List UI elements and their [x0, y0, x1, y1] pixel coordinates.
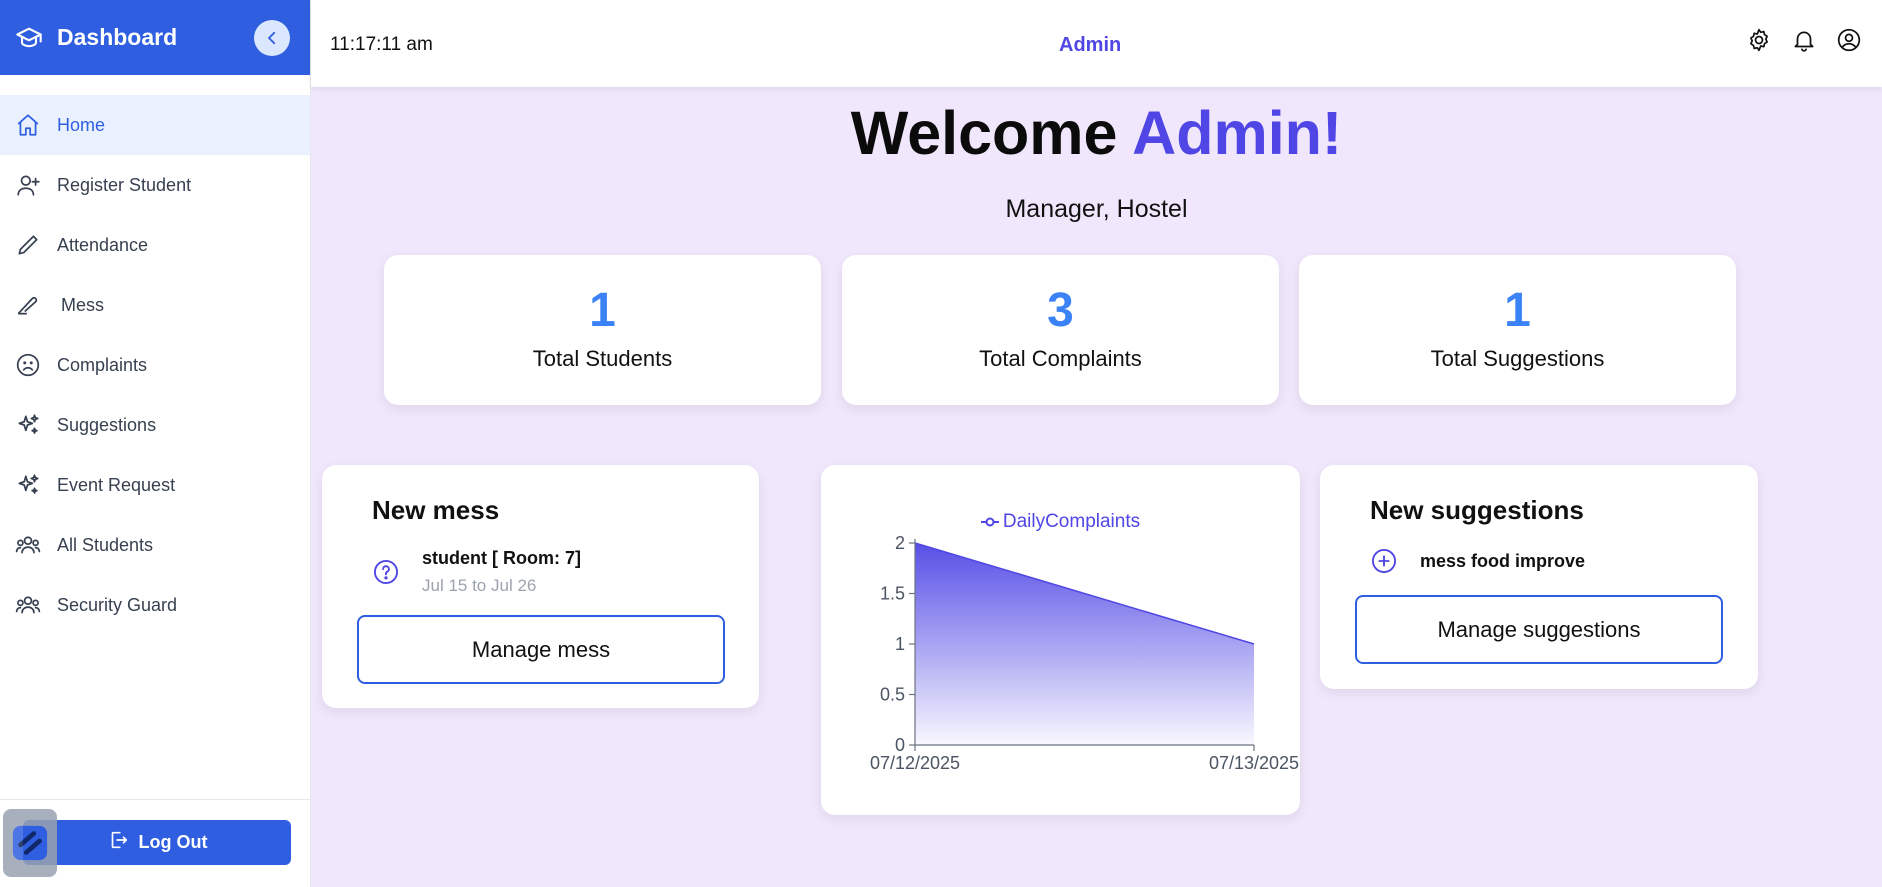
- chevron-left-icon: [268, 31, 276, 44]
- chart-y-tick-label: 0.5: [880, 685, 905, 705]
- page-subtitle: Manager, Hostel: [1005, 195, 1188, 223]
- sidebar-item-label: All Students: [57, 534, 154, 555]
- sidebar-item-register-student[interactable]: Register Student: [0, 155, 310, 215]
- sidebar-item-event-request[interactable]: Event Request: [0, 455, 310, 515]
- topbar-actions: [1744, 25, 1864, 55]
- sparkles-icon: [13, 410, 43, 440]
- logout-icon: [107, 829, 129, 856]
- suggestions-card: New suggestions mess food improve Manage…: [1320, 465, 1758, 689]
- stat-value: 1: [1504, 284, 1531, 337]
- chart-y-tick-label: 1.5: [880, 584, 905, 604]
- sidebar-item-label: Register Student: [57, 174, 192, 195]
- page-title: Welcome Admin!: [311, 98, 1882, 168]
- sidebar-item-label: Event Request: [57, 474, 176, 495]
- frown-icon: [13, 350, 43, 380]
- chart-y-tick-label: 1: [895, 634, 905, 654]
- sidebar-footer: Log Out: [0, 799, 310, 887]
- stat-label: Total Students: [532, 346, 673, 371]
- suggestion-entry: mess food improve: [1370, 547, 1585, 575]
- logout-button[interactable]: Log Out: [23, 820, 291, 865]
- sidebar-item-suggestions[interactable]: Suggestions: [0, 395, 310, 455]
- question-circle-icon: [372, 558, 400, 586]
- welcome-name: Admin!: [1132, 99, 1343, 167]
- manage-mess-button[interactable]: Manage mess: [357, 615, 725, 684]
- floating-app-badge[interactable]: [3, 809, 57, 877]
- logout-label: Log Out: [138, 832, 208, 852]
- mess-card: New mess student [ Room: 7] Jul 15 to Ju…: [322, 465, 759, 708]
- suggestions-card-title: New suggestions: [1370, 495, 1584, 525]
- stat-label: Total Suggestions: [1430, 346, 1605, 371]
- sidebar-item-label: Complaints: [57, 354, 148, 375]
- sidebar-item-label: Suggestions: [57, 414, 157, 435]
- gear-icon[interactable]: [1744, 25, 1774, 55]
- sidebar-item-mess[interactable]: Mess: [0, 275, 310, 335]
- sidebar-item-all-students[interactable]: All Students: [0, 515, 310, 575]
- chart-area: [915, 543, 1254, 745]
- chart-x-tick-label: 07/13/2025: [1209, 753, 1299, 773]
- stat-card-suggestions: 1 Total Suggestions: [1299, 255, 1736, 405]
- topbar: 11:17:11 am Admin: [311, 0, 1882, 87]
- chart-y-tick-label: 2: [895, 533, 905, 553]
- plus-circle-icon: [1370, 547, 1398, 575]
- welcome-prefix: Welcome: [850, 99, 1133, 167]
- user-circle-icon[interactable]: [1834, 25, 1864, 55]
- sidebar: Dashboard Home Register Student Attendan…: [0, 0, 311, 887]
- sparkles-icon: [13, 470, 43, 500]
- sidebar-item-security-guard[interactable]: Security Guard: [0, 575, 310, 635]
- home-icon: [13, 110, 43, 140]
- users-icon: [13, 590, 43, 620]
- clock: 11:17:11 am: [330, 34, 433, 55]
- suggestion-text: mess food improve: [1420, 550, 1586, 571]
- stat-label: Total Complaints: [979, 346, 1142, 371]
- user-role: Admin: [1059, 34, 1122, 56]
- mess-entry-dates: Jul 15 to Jul 26: [422, 576, 537, 595]
- sidebar-item-label: Attendance: [57, 234, 149, 255]
- sidebar-item-complaints[interactable]: Complaints: [0, 335, 310, 395]
- chart-card: DailyComplaints 0 0.5 1 1.5 2 07/12/2025 07/13…: [821, 465, 1300, 815]
- sidebar-item-label: Home: [57, 114, 106, 135]
- stat-value: 3: [1047, 284, 1074, 337]
- manage-suggestions-button[interactable]: Manage suggestions: [1355, 595, 1723, 664]
- mess-card-title: New mess: [372, 495, 500, 525]
- sidebar-item-label: Security Guard: [57, 594, 178, 615]
- pencil-icon: [13, 230, 43, 260]
- sidebar-item-attendance[interactable]: Attendance: [0, 215, 310, 275]
- stat-value: 1: [589, 284, 616, 337]
- stat-card-students: 1 Total Students: [384, 255, 821, 405]
- mess-entry: student [ Room: 7] Jul 15 to Jul 26: [372, 548, 581, 596]
- daily-complaints-chart: 0 0.5 1 1.5 2 07/12/2025 07/13/2025: [870, 533, 1299, 773]
- user-plus-icon: [13, 170, 43, 200]
- knife-icon: [13, 290, 43, 320]
- bell-icon[interactable]: [1789, 25, 1819, 55]
- mess-entry-title: student [ Room: 7]: [422, 548, 581, 568]
- sidebar-item-label: Mess: [61, 294, 105, 315]
- chart-x-tick-label: 07/12/2025: [870, 753, 960, 773]
- sidebar-title: Dashboard: [57, 24, 178, 50]
- sidebar-header: Dashboard: [0, 0, 310, 75]
- stat-card-complaints: 3 Total Complaints: [842, 255, 1279, 405]
- users-icon: [13, 530, 43, 560]
- collapse-sidebar-button[interactable]: [254, 19, 290, 56]
- sidebar-nav: Home Register Student Attendance Mess Co…: [0, 95, 310, 635]
- sidebar-item-home[interactable]: Home: [0, 95, 310, 155]
- chart-y-tick-label: 0: [895, 735, 905, 755]
- app-logo-icon: [12, 825, 48, 861]
- graduation-cap-icon: [14, 23, 44, 53]
